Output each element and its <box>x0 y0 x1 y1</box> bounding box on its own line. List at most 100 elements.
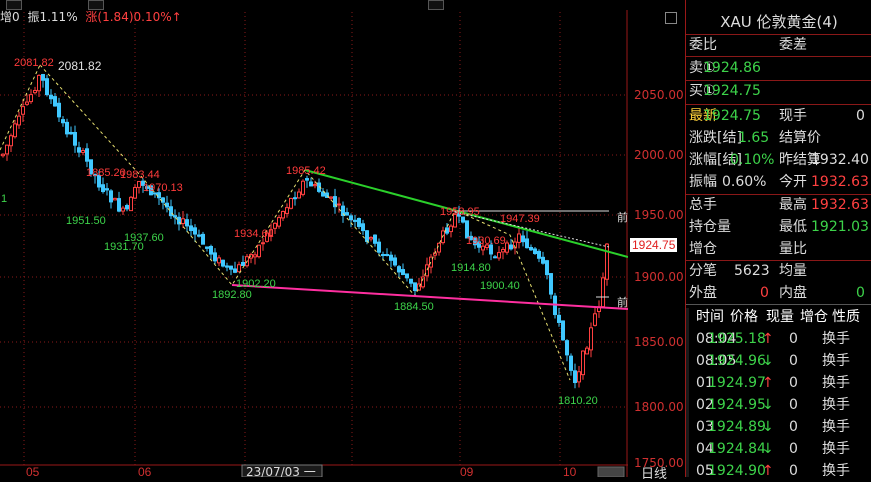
candle-body <box>521 235 525 243</box>
tick-price: 1924.89 <box>708 419 766 435</box>
label-h4: 1934.61 <box>234 228 274 240</box>
tick-row[interactable]: 01 1924.97 ↑ 0 换手 <box>686 372 871 394</box>
candle-body <box>13 123 17 138</box>
weibi-label: 委比 <box>689 37 717 53</box>
candle-body <box>309 181 313 187</box>
candle-body <box>501 248 505 253</box>
candle-body <box>589 327 593 351</box>
candle-body <box>253 254 257 258</box>
price-axis: 2050.00 2000.00 1950.00 1900.00 1850.00 … <box>628 0 685 477</box>
candle-body <box>289 197 293 209</box>
tick-arrow: ↑ <box>762 463 774 479</box>
candle-body <box>101 184 105 193</box>
candle-body <box>281 210 285 219</box>
scroll-thumb[interactable] <box>597 466 625 477</box>
zuidi-label: 最低 <box>779 219 807 235</box>
candle-body <box>397 266 401 273</box>
chicang-label: 持仓量 <box>689 219 731 235</box>
tick-arrow: ↓ <box>762 397 774 413</box>
tick-volume: 0 <box>789 463 798 479</box>
candle-body <box>169 206 173 217</box>
candle-body <box>277 217 281 227</box>
weicha-label: 委差 <box>779 37 807 53</box>
candle-body <box>81 149 85 153</box>
candle-body <box>161 197 165 203</box>
tick-row[interactable]: 04 1924.84 ↓ 0 换手 <box>686 438 871 460</box>
candle-body <box>73 131 77 146</box>
candle-body <box>545 260 549 276</box>
tick-row[interactable]: 02 1924.95 ↓ 0 换手 <box>686 394 871 416</box>
neipan-value: 0 <box>856 285 865 301</box>
candle-body <box>357 218 361 227</box>
candle-body <box>285 207 289 214</box>
tick-row[interactable]: 05 1924.90 ↑ 0 换手 <box>686 460 871 482</box>
candle-body <box>257 244 261 258</box>
label-h5: 1985.42 <box>286 165 326 177</box>
zigzag-line-2 <box>39 64 571 381</box>
tick-arrow: ↓ <box>762 353 774 369</box>
price-tick: 1800.00 <box>634 400 684 414</box>
candle-body <box>389 254 393 261</box>
zengcang-label: 增仓 <box>689 241 717 257</box>
candle-body <box>209 245 213 255</box>
tick-volume: 0 <box>789 441 798 457</box>
candle-body <box>217 257 221 264</box>
x-label-10: 10 <box>563 465 577 477</box>
candle-body <box>541 256 545 264</box>
candle-body <box>21 106 25 115</box>
price-tick: 2050.00 <box>634 88 684 102</box>
tick-nature: 换手 <box>822 463 850 479</box>
window-button-1[interactable] <box>6 0 22 10</box>
candle-body <box>425 264 429 277</box>
candle-body <box>189 225 193 232</box>
panel-scrollbar[interactable] <box>686 308 689 477</box>
x-label-06: 06 <box>138 465 152 477</box>
candle-body <box>117 198 121 212</box>
period-label: 日线 <box>641 467 668 482</box>
window-button-3[interactable] <box>428 0 444 10</box>
tick-row[interactable]: 08:05 1924.96 ↓ 0 换手 <box>686 350 871 372</box>
zuojie-value: 1932.40 <box>811 152 869 168</box>
candle-body <box>173 215 177 218</box>
label-peak-red: 2081.82 <box>14 57 54 69</box>
ticks-col-time: 时间 <box>696 309 724 325</box>
candle-body <box>569 355 573 371</box>
candle-body <box>533 248 537 255</box>
candlestick-chart[interactable]: 2081.82 2081.82 1 1885.20 1983.44 1970.1… <box>0 0 628 477</box>
candle-body <box>405 273 409 279</box>
candle-body <box>37 74 41 92</box>
candle-body <box>401 269 405 276</box>
tick-nature: 换手 <box>822 375 850 391</box>
tick-row[interactable]: 03 1924.89 ↓ 0 换手 <box>686 416 871 438</box>
label-peak-high: 2081.82 <box>58 59 102 73</box>
candle-body <box>237 264 241 273</box>
candle-body <box>201 233 205 245</box>
price-tick: 1850.00 <box>634 335 684 349</box>
candle-body <box>9 135 13 147</box>
tick-nature: 换手 <box>822 397 850 413</box>
candle-body <box>121 207 125 212</box>
zongshou-label: 总手 <box>689 197 717 213</box>
candle-body <box>65 121 69 135</box>
candle-body <box>373 234 377 244</box>
candle-body <box>313 184 317 187</box>
candle-body <box>33 89 37 94</box>
tick-nature: 换手 <box>822 331 850 347</box>
candle-body <box>601 277 605 308</box>
x-label-date: 23/07/03 一 <box>246 465 316 477</box>
tick-row[interactable]: 08:04 1925.18 ↑ 0 换手 <box>686 328 871 350</box>
candle-body <box>57 102 61 118</box>
candle-body <box>113 197 117 201</box>
candle-body <box>593 313 597 326</box>
label-l8: 1884.50 <box>394 301 434 313</box>
candle-body <box>197 234 201 237</box>
fenbi-value: 5623 <box>734 263 770 279</box>
tick-arrow: ↑ <box>762 375 774 391</box>
candle-body <box>233 268 237 273</box>
candle-body <box>449 225 453 233</box>
current-price-tag: 1924.75 <box>630 238 678 252</box>
candle-body <box>409 278 413 284</box>
candle-body <box>393 257 397 266</box>
ticks-header: 时间 价格 现量 增仓 性质 <box>686 306 871 328</box>
window-button-2[interactable] <box>88 0 104 10</box>
